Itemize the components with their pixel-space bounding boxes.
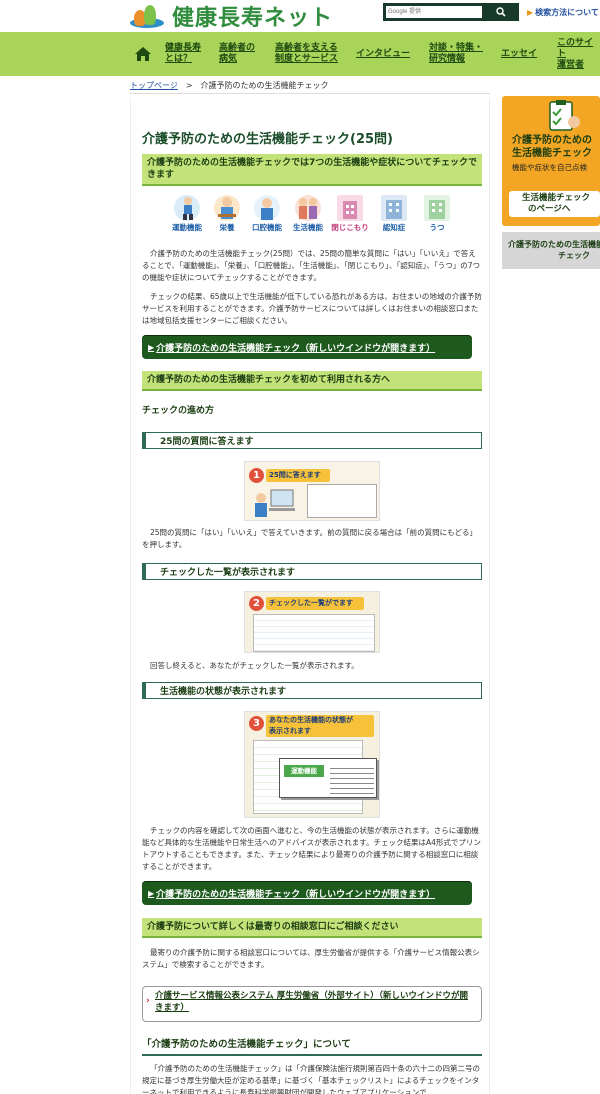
icon-nutrition: 栄養 bbox=[206, 195, 248, 235]
step2-illustration: 2 チェックした一覧がでます bbox=[244, 591, 380, 653]
about-heading: 「介護予防のための生活機能チェック」について bbox=[142, 1036, 482, 1056]
person-at-computer-icon bbox=[255, 489, 295, 517]
clipboard-check-icon bbox=[549, 100, 580, 131]
building-green-icon bbox=[429, 200, 445, 219]
nav-item-interview[interactable]: インタビュー bbox=[356, 32, 410, 76]
sidebar-check-page-button[interactable]: 生活機能チェック のページへ bbox=[509, 191, 600, 217]
checklist-table bbox=[253, 614, 375, 652]
consult-link[interactable]: › 介護サービス情報公表システム 厚生労働省（外部サイト）（新しいウインドウが開き… bbox=[142, 986, 482, 1022]
nav-item-diseases[interactable]: 高齢者の 病気 bbox=[219, 32, 255, 76]
step3-heading: 生活機能の状態が表示されます bbox=[142, 682, 482, 699]
logo-mark-icon bbox=[130, 2, 164, 30]
nav-item-essay[interactable]: エッセイ bbox=[501, 32, 537, 76]
consult-bar: 介護予防について詳しくは最寄りの相談窓口にご相談ください bbox=[142, 918, 482, 938]
first-time-bar: 介護予防のための生活機能チェックを初めて利用される方へ bbox=[142, 371, 482, 391]
nav-item-about[interactable]: 健康長寿 とは？ bbox=[165, 32, 201, 76]
house-icon bbox=[343, 201, 357, 219]
breadcrumb-home-link[interactable]: トップページ bbox=[130, 81, 178, 90]
nav-item-site-info[interactable]: このサイト 運営者 bbox=[557, 32, 600, 76]
triangle-right-icon: ▶ bbox=[148, 342, 155, 352]
sidebar-text: 機能や症状を自己点検 bbox=[512, 163, 587, 172]
search-help-link[interactable]: ▶ 検索方法について bbox=[527, 7, 599, 18]
arrow-right-icon: ▶ bbox=[527, 8, 534, 17]
eating-person-icon bbox=[218, 197, 236, 219]
icon-daily: 生活機能 bbox=[287, 195, 329, 235]
result-paragraph: チェックの結果、65歳以上で生活機能が低下している恐れがある方は、お住まいの地域… bbox=[142, 292, 482, 325]
site-logo[interactable]: 健康長寿ネット bbox=[130, 0, 333, 32]
step1-illus-label: 25問に答えます bbox=[266, 469, 330, 482]
search-icon bbox=[495, 7, 506, 17]
breadcrumb-current: 介護予防のための生活機能チェック bbox=[200, 81, 329, 90]
icon-dementia: 認知症 bbox=[373, 195, 415, 235]
step-number-badge: 3 bbox=[249, 716, 264, 731]
icon-withdrawal: 閉じこもり bbox=[329, 195, 371, 235]
nav-item-systems[interactable]: 高齢者を支える 制度とサービス bbox=[275, 32, 338, 76]
sidebar-current-item[interactable]: 介護予防のための生活機能 チェック bbox=[502, 232, 600, 269]
quiz-panel bbox=[307, 484, 377, 518]
step2-text: 回答し終えると、あなたがチェックした一覧が表示されます。 bbox=[150, 661, 359, 670]
site-header: 健康長寿ネット ▶検索方法について bbox=[0, 0, 600, 32]
nav-item-features[interactable]: 対談・特集・ 研究情報 bbox=[429, 32, 483, 76]
step1-heading: 25問の質問に答えます bbox=[142, 432, 482, 449]
step1-illustration: 1 25問に答えます bbox=[244, 461, 380, 521]
intro-bar: 介護予防のための生活機能チェックでは7つの生活機能や症状についてチェックできます bbox=[142, 154, 482, 186]
oral-person-icon bbox=[261, 198, 273, 220]
breadcrumb: トップページ > 介護予防のための生活機能チェック bbox=[130, 81, 329, 90]
page-title: 介護予防のための生活機能チェック(25問) bbox=[142, 132, 393, 147]
result-popup: 運動機能 bbox=[279, 758, 377, 798]
step1-text: 25問の質問に「はい」「いいえ」で答えていきます。前の質問に戻る場合は「前の質問… bbox=[142, 528, 478, 549]
running-person-icon bbox=[183, 197, 193, 220]
function-icons: 運動機能 栄養 口腔機能 生活機能 閉じこもり 認知症 うつ bbox=[166, 195, 466, 235]
global-nav: 健康長寿 とは？ 高齢者の 病気 高齢者を支える 制度とサービス インタビュー 対談・… bbox=[0, 32, 600, 76]
chevron-right-icon: › bbox=[146, 996, 150, 1006]
about-text: 「介護予防のための生活機能チェック」は「介護保険法施行規則第百四十条の六十二の四… bbox=[142, 1064, 480, 1094]
check-start-button-2[interactable]: ▶ 介護予防のための生活機能チェック（新しいウインドウが開きます） bbox=[142, 881, 472, 905]
step3-illustration: 3 あなたの生活機能の状態が 表示されます 運動機能 bbox=[244, 711, 380, 818]
search-input[interactable] bbox=[386, 6, 482, 18]
consult-text: 最寄りの介護予防に関する相談窓口については、厚生労働省が提供する「介護サービス情… bbox=[142, 948, 480, 969]
sidebar-title: 介護予防のための 生活機能チェック bbox=[512, 135, 592, 159]
logo-text: 健康長寿ネット bbox=[172, 6, 334, 31]
step2-illus-label: チェックした一覧がでます bbox=[266, 597, 364, 610]
triangle-right-icon: ▶ bbox=[148, 888, 155, 898]
search-form bbox=[383, 3, 519, 21]
steps-heading: チェックの進め方 bbox=[142, 406, 215, 416]
building-icon bbox=[386, 200, 402, 219]
icon-oral: 口腔機能 bbox=[246, 195, 288, 235]
sidebar-feature-card: 介護予防のための 生活機能チェック 機能や症状を自己点検 生活機能チェック のページ… bbox=[502, 96, 600, 226]
step2-heading: チェックした一覧が表示されます bbox=[142, 563, 482, 580]
icon-motor: 運動機能 bbox=[166, 195, 208, 235]
step3-illus-label: あなたの生活機能の状態が 表示されます bbox=[266, 715, 374, 737]
search-button[interactable] bbox=[484, 5, 517, 19]
step3-text: チェックの内容を確認して次の画面へ進むと、今の生活機能の状態が表示されます。さら… bbox=[142, 826, 481, 871]
intro-paragraph: 介護予防のための生活機能チェック(25問）では、25問の簡単な質問に「はい」「い… bbox=[142, 249, 480, 282]
divider bbox=[130, 93, 490, 94]
step-number-badge: 2 bbox=[249, 596, 264, 611]
result-tag: 運動機能 bbox=[284, 765, 324, 777]
home-icon[interactable] bbox=[133, 44, 153, 64]
icon-depression: うつ bbox=[416, 195, 458, 235]
check-start-button[interactable]: ▶ 介護予防のための生活機能チェック（新しいウインドウが開きます） bbox=[142, 335, 472, 359]
step-number-badge: 1 bbox=[249, 468, 264, 483]
couple-icon bbox=[299, 198, 317, 219]
main-content: 介護予防のための生活機能チェック(25問) 介護予防のための生活機能チェックでは… bbox=[130, 98, 490, 1094]
